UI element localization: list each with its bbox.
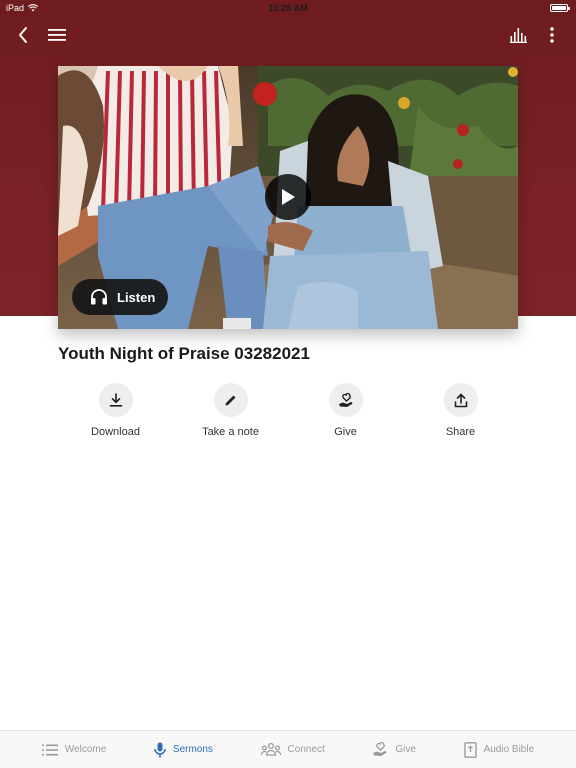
give-label: Give <box>334 426 357 438</box>
headphones-icon <box>91 289 107 305</box>
tab-sermons[interactable]: Sermons <box>154 742 213 758</box>
people-icon <box>260 743 281 756</box>
tab-audio-bible-label: Audio Bible <box>483 744 535 755</box>
menu-button[interactable] <box>44 22 70 48</box>
give-icon-circle <box>328 383 363 417</box>
listen-label: Listen <box>117 289 156 305</box>
play-icon <box>282 189 295 205</box>
listen-button[interactable]: Listen <box>72 279 168 315</box>
tab-connect[interactable]: Connect <box>260 743 325 756</box>
tab-give[interactable]: Give <box>372 742 416 757</box>
bible-icon <box>463 741 477 758</box>
download-label: Download <box>91 426 140 438</box>
give-hand-icon <box>373 742 387 756</box>
chevron-left-icon <box>19 27 27 43</box>
more-options-button[interactable] <box>539 22 565 48</box>
tab-give-label: Give <box>395 744 416 755</box>
download-icon <box>109 393 122 407</box>
take-a-note-button[interactable]: Take a note <box>173 383 288 438</box>
more-vertical-icon <box>550 27 554 43</box>
navigation-bar <box>0 20 576 48</box>
give-button[interactable]: Give <box>288 383 403 438</box>
share-icon-circle <box>443 383 478 417</box>
tab-sermons-label: Sermons <box>172 744 213 755</box>
download-icon-circle <box>98 383 133 417</box>
pencil-icon <box>225 395 236 405</box>
audio-player-button[interactable] <box>506 22 532 48</box>
tab-bar: Welcome Sermons Connect Give Audio Bible <box>0 730 576 768</box>
share-icon <box>454 393 467 407</box>
share-label: Share <box>445 426 476 438</box>
tab-connect-label: Connect <box>287 744 325 755</box>
tab-welcome[interactable]: Welcome <box>41 744 107 756</box>
give-hand-icon <box>338 392 352 407</box>
status-time: 10:26 AM <box>268 3 308 13</box>
sermon-title: Youth Night of Praise 03282021 <box>58 344 310 363</box>
pencil-icon-circle <box>213 383 248 417</box>
action-row: Download Take a note Give Share <box>58 383 518 438</box>
back-button[interactable] <box>10 22 36 48</box>
equalizer-icon <box>510 28 527 43</box>
microphone-icon <box>154 742 166 757</box>
hamburger-menu-icon <box>48 29 66 41</box>
take-a-note-label: Take a note <box>202 426 259 438</box>
sermon-hero-image[interactable]: Listen <box>58 66 518 329</box>
share-button[interactable]: Share <box>403 383 518 438</box>
download-button[interactable]: Download <box>58 383 173 438</box>
play-button[interactable] <box>265 174 311 220</box>
tab-audio-bible[interactable]: Audio Bible <box>463 741 535 758</box>
list-icon <box>41 744 58 755</box>
tab-welcome-label: Welcome <box>64 744 107 755</box>
